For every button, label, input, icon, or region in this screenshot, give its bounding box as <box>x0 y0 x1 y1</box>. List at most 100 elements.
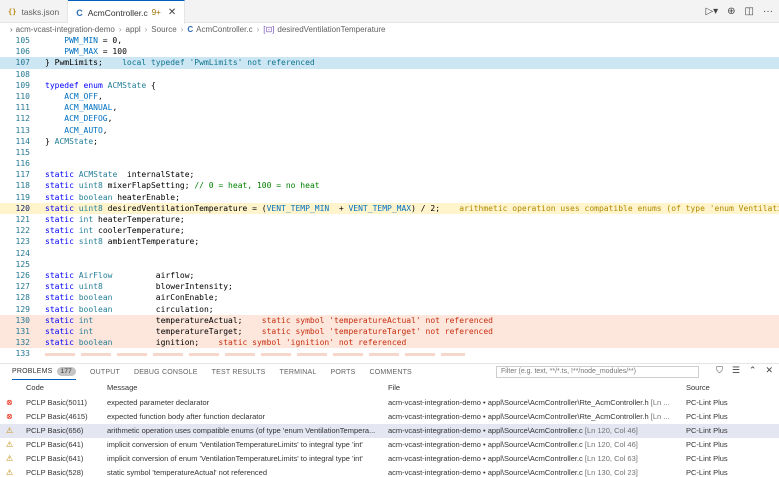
tab-acmcontroller-c[interactable]: C AcmController.c 9+ ✕ <box>68 0 186 24</box>
line-number: 131 <box>15 326 30 336</box>
problem-location: [Ln ... <box>648 398 670 407</box>
problem-source: PC-Lint Plus <box>686 440 728 449</box>
code-line[interactable]: 117 static ACMState internalState; <box>0 169 779 180</box>
code-line[interactable]: 125 <box>0 259 779 270</box>
problem-source: PC-Lint Plus <box>686 412 728 421</box>
run-debug-icon[interactable]: ▷▾ <box>705 6 718 17</box>
breadcrumb: › acm-vcast-integration-demo › appl › So… <box>0 23 779 35</box>
code-line[interactable]: 129 static boolean circulation; <box>0 304 779 315</box>
column-header-source[interactable]: Source <box>686 383 776 392</box>
code-line[interactable]: 109 typedef enum ACMState { <box>0 80 779 91</box>
code-text: ACM_OFF, <box>64 91 103 101</box>
code-line[interactable]: 124 <box>0 248 779 259</box>
maximize-panel-icon[interactable]: ⌃ <box>749 365 757 376</box>
problem-file-path: acm-vcast-integration-demo • appl\Source… <box>388 440 583 449</box>
column-header-message[interactable]: Message <box>107 383 382 392</box>
code-editor[interactable]: 105 PWM_MIN = 0, 106 PWM_MAX = 100 107} Pw… <box>0 35 779 357</box>
compare-icon[interactable]: ⊕ <box>727 6 735 17</box>
code-text: static boolean circulation; <box>45 304 214 314</box>
breadcrumb-item[interactable]: appl <box>126 25 141 34</box>
code-text: ACM_MANUAL, <box>64 103 118 113</box>
code-line[interactable]: 108 <box>0 69 779 80</box>
breadcrumb-item[interactable]: acm-vcast-integration-demo <box>16 25 115 34</box>
code-line[interactable]: 128 static boolean airConEnable; <box>0 292 779 303</box>
code-line[interactable]: 116 <box>0 158 779 169</box>
code-line[interactable]: 126 static AirFlow airflow; <box>0 270 779 281</box>
code-line[interactable]: 131 static int temperatureTarget; static … <box>0 325 779 338</box>
breadcrumb-item[interactable]: AcmController.c <box>196 25 252 34</box>
line-number: 111 <box>15 103 30 113</box>
split-editor-icon[interactable]: ◫ <box>745 6 754 17</box>
code-line[interactable]: 118 static uint8 mixerFlapSetting; // 0 =… <box>0 180 779 191</box>
problem-row[interactable]: ⚠ PCLP Basic(528) static symbol 'temperatu… <box>0 466 779 477</box>
filter-icon[interactable]: ⛉ <box>716 365 723 376</box>
code-line[interactable]: 127 static uint8 blowerIntensity; <box>0 281 779 292</box>
problem-row[interactable]: ⚠ PCLP Basic(641) implicit conversion of e… <box>0 438 779 452</box>
tab-label: AcmController.c <box>87 7 148 18</box>
code-line[interactable]: 130 static int temperatureActual; static … <box>0 314 779 326</box>
line-number: 107 <box>15 58 30 68</box>
code-text: static int temperatureTarget; static sym… <box>45 326 493 336</box>
problem-file-path: acm-vcast-integration-demo • appl\Source… <box>388 412 649 421</box>
tab-tasks-json[interactable]: {} tasks.json <box>0 0 69 23</box>
code-line[interactable]: 123 static sint8 ambientTemperature; <box>0 236 779 247</box>
tab-ports[interactable]: PORTS <box>330 364 355 380</box>
tab-problems[interactable]: PROBLEMS 177 <box>12 364 76 380</box>
code-line[interactable]: 114} ACMState; <box>0 136 779 147</box>
warning-icon: ⚠ <box>6 454 14 463</box>
code-line[interactable]: 111 ACM_MANUAL, <box>0 102 779 113</box>
line-number: 120 <box>15 203 30 213</box>
tab-comments[interactable]: COMMENTS <box>369 364 411 380</box>
problem-row[interactable]: ⚠ PCLP Basic(641) implicit conversion of e… <box>0 452 779 466</box>
code-line[interactable]: 119 static boolean heaterEnable; <box>0 192 779 203</box>
tab-terminal[interactable]: TERMINAL <box>279 364 316 380</box>
code-line[interactable]: 122 static int coolerTemperature; <box>0 225 779 236</box>
code-line[interactable]: 113 ACM_AUTO, <box>0 125 779 136</box>
problem-row[interactable]: ⊗ PCLP Basic(5011) expected parameter decl… <box>0 396 779 410</box>
code-line[interactable]: 110 ACM_OFF, <box>0 91 779 102</box>
tab-label: PROBLEMS <box>12 368 53 375</box>
problem-row[interactable]: ⚠ PCLP Basic(656) arithmetic operation use… <box>0 424 779 438</box>
close-icon[interactable]: ✕ <box>168 7 176 18</box>
problems-filter-input[interactable]: Filter (e.g. text, **/*.ts, !**/node_mod… <box>496 366 699 378</box>
close-panel-icon[interactable]: ✕ <box>765 365 773 376</box>
line-number: 110 <box>15 91 30 101</box>
breadcrumb-item[interactable]: Source <box>151 25 176 34</box>
problem-file-path: acm-vcast-integration-demo • appl\Source… <box>388 398 649 407</box>
code-line[interactable]: 107} PwmLimits; local typedef 'PwmLimits… <box>0 57 779 69</box>
code-line[interactable]: 106 PWM_MAX = 100 <box>0 46 779 57</box>
code-line[interactable]: 121 static int heaterTemperature; <box>0 214 779 225</box>
problem-source: PC-Lint Plus <box>686 468 728 477</box>
code-line[interactable]: 115 <box>0 147 779 158</box>
code-line[interactable]: 133 <box>0 348 779 357</box>
problem-row[interactable]: ⊗ PCLP Basic(4615) expected function body … <box>0 410 779 424</box>
chevron-right-icon: › <box>144 24 148 34</box>
tab-debug-console[interactable]: DEBUG CONSOLE <box>134 364 198 380</box>
more-actions-icon[interactable]: ··· <box>763 6 773 17</box>
code-line[interactable]: 132 static boolean ignition; static symbo… <box>0 337 779 349</box>
line-number: 114 <box>15 136 30 146</box>
tab-label: tasks.json <box>21 6 60 17</box>
code-line[interactable]: 105 PWM_MIN = 0, <box>0 35 779 46</box>
problem-location: [Ln 120, Col 63] <box>582 454 638 463</box>
c-file-icon: C <box>76 7 83 18</box>
code-line[interactable]: 112 ACM_DEFOG, <box>0 113 779 124</box>
variable-icon: [⊡] <box>263 24 275 34</box>
code-text: static int temperatureActual; static sym… <box>45 315 493 325</box>
tab-test-results[interactable]: TEST RESULTS <box>212 364 266 380</box>
line-number: 112 <box>15 114 30 124</box>
error-icon: ⊗ <box>6 398 13 407</box>
collapse-all-icon[interactable]: ☰ <box>732 365 740 376</box>
tab-output[interactable]: OUTPUT <box>90 364 120 380</box>
code-line[interactable]: 120 static uint8 desiredVentilationTemper… <box>0 202 779 214</box>
problem-location: [Ln ... <box>648 412 670 421</box>
code-text: static boolean ignition; static symbol '… <box>45 338 407 348</box>
column-header-file[interactable]: File <box>388 383 680 392</box>
line-number: 126 <box>15 270 30 280</box>
problem-code: PCLP Basic(656) <box>26 426 84 435</box>
line-number: 129 <box>15 304 30 314</box>
error-icon: ⊗ <box>6 412 13 421</box>
column-header-code[interactable]: Code <box>26 383 106 392</box>
breadcrumb-item[interactable]: desiredVentilationTemperature <box>277 25 385 34</box>
line-number: 123 <box>15 237 30 247</box>
